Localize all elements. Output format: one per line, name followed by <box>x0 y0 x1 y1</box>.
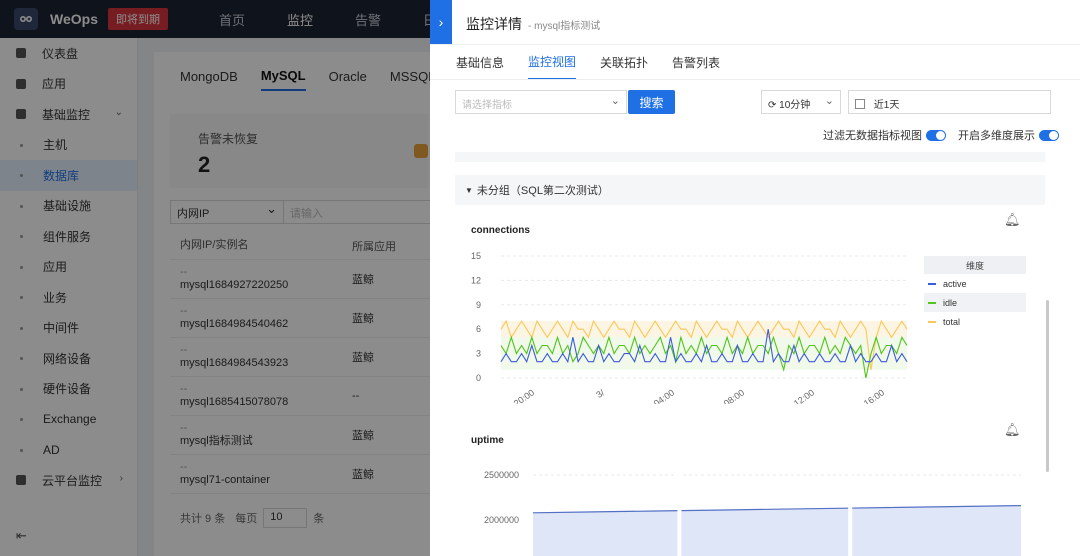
drawer-subtitle: - mysql指标测试 <box>528 21 601 32</box>
legend-label: total <box>943 316 961 327</box>
search-button[interactable]: 搜索 <box>628 90 675 114</box>
drawer-tab[interactable]: 关联拓扑 <box>600 46 648 79</box>
drawer-tabs: 基础信息 监控视图 关联拓扑 告警列表 <box>456 45 744 80</box>
uptime-chart: 150000020000002500000 <box>484 466 1022 556</box>
connections-legend: 维度 active idle total <box>924 256 1026 331</box>
data-gap <box>848 466 853 556</box>
y-tick-label: 12 <box>471 275 481 285</box>
calendar-icon <box>855 99 865 109</box>
group-label: 未分组（SQL第二次测试） <box>476 185 609 197</box>
drawer-header: 监控详情 - mysql指标测试 <box>466 14 600 34</box>
x-tick-label: 20:00 <box>512 387 536 404</box>
date-range-value: 近1天 <box>873 100 900 111</box>
drawer-overlay-mask[interactable] <box>0 0 430 556</box>
legend-item[interactable]: idle <box>924 293 1026 312</box>
total-band <box>501 321 907 338</box>
y-tick-label: 2500000 <box>484 470 519 480</box>
drawer-close-toggle[interactable]: › <box>430 0 452 44</box>
legend-label: idle <box>943 297 958 308</box>
y-tick-label: 15 <box>471 251 481 261</box>
drawer-tab[interactable]: 基础信息 <box>456 46 504 79</box>
legend-title: 维度 <box>924 256 1026 274</box>
y-tick-label: 3 <box>476 349 481 359</box>
x-tick-label: 08:00 <box>722 387 746 404</box>
caret-down-icon: ▼ <box>465 185 473 195</box>
chart-title-uptime: uptime <box>471 435 504 446</box>
filter-no-data-toggle-row: 过滤无数据指标视图 <box>823 127 946 143</box>
y-tick-label: 9 <box>476 300 481 310</box>
collapsed-group-strip <box>455 152 1045 162</box>
legend-swatch <box>928 301 936 304</box>
x-tick-label: 12:00 <box>792 387 816 404</box>
x-tick-label: 16:00 <box>862 387 886 404</box>
x-tick-label: 04:00 <box>652 387 676 404</box>
refresh-interval-select[interactable]: ⟳ 10分钟 ⌄ <box>761 90 841 114</box>
monitor-detail-drawer: › 监控详情 - mysql指标测试 基础信息 监控视图 关联拓扑 告警列表 请选择指… <box>430 0 1080 556</box>
legend-swatch <box>928 320 936 323</box>
refresh-icon: ⟳ <box>768 100 777 111</box>
multi-dimension-switch[interactable] <box>1039 129 1059 141</box>
bell-icon[interactable]: 🔔︎ <box>1004 422 1021 438</box>
metric-select[interactable]: 请选择指标 ⌄ <box>455 90 627 114</box>
legend-swatch <box>928 282 936 285</box>
filter-no-data-switch[interactable] <box>926 129 946 141</box>
connections-chart: 0 3 6 9 12 15 20:00 3/04:00 08:00 12:00 16:00 <box>471 251 908 404</box>
metric-select-placeholder: 请选择指标 <box>462 100 512 111</box>
legend-item[interactable]: active <box>924 274 1026 293</box>
y-tick-label: 6 <box>476 324 481 334</box>
uptime-area <box>533 505 1021 556</box>
refresh-interval-value: 10分钟 <box>779 100 811 111</box>
y-tick-label: 2000000 <box>484 515 519 525</box>
chart-content-area: ▼ 未分组（SQL第二次测试） connections 🔔︎ 0 3 6 9 12 15 2… <box>455 152 1045 556</box>
chevron-down-icon: ⌄ <box>824 95 834 107</box>
chart-title-connections: connections <box>471 225 530 236</box>
drawer-tab[interactable]: 监控视图 <box>528 45 577 80</box>
legend-item[interactable]: total <box>924 312 1026 331</box>
x-tick-label: 3/ <box>594 387 606 400</box>
divider <box>430 79 1080 80</box>
date-range-picker[interactable]: 近1天 <box>848 90 1051 114</box>
legend-label: active <box>943 278 967 289</box>
chevron-down-icon: ⌄ <box>610 95 620 107</box>
multi-dimension-label: 开启多维度展示 <box>958 130 1035 142</box>
y-tick-label: 0 <box>476 373 481 383</box>
drawer-scrollbar[interactable] <box>1046 300 1049 472</box>
drawer-title: 监控详情 <box>466 16 522 32</box>
chevron-right-icon: › <box>438 14 444 30</box>
data-gap <box>677 466 682 556</box>
filter-no-data-label: 过滤无数据指标视图 <box>823 130 922 142</box>
group-header[interactable]: ▼ 未分组（SQL第二次测试） <box>455 175 1045 205</box>
drawer-tab[interactable]: 告警列表 <box>672 46 720 79</box>
bell-icon[interactable]: 🔔︎ <box>1004 212 1021 228</box>
multi-dimension-toggle-row: 开启多维度展示 <box>958 127 1059 143</box>
